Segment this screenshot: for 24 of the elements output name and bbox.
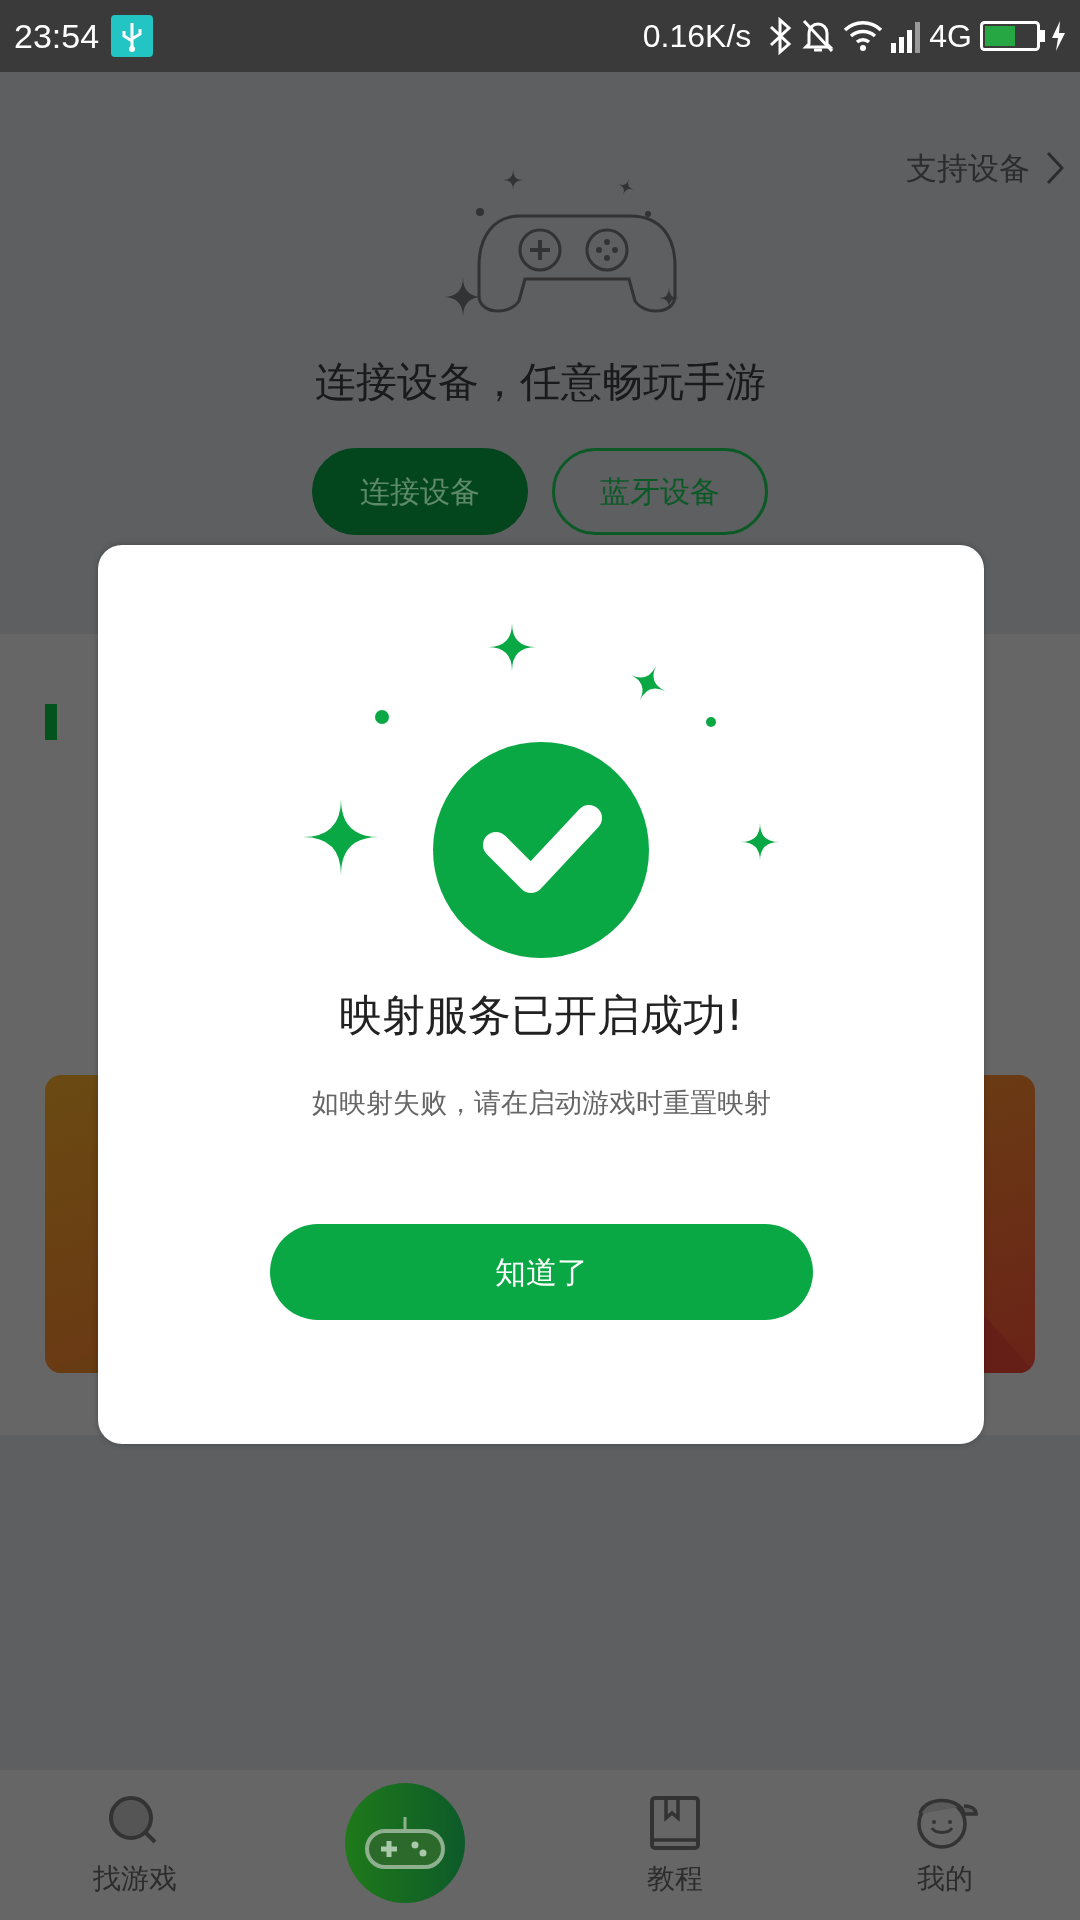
bluetooth-icon bbox=[767, 17, 794, 55]
bell-off-icon bbox=[801, 18, 836, 54]
network-type: 4G bbox=[929, 17, 972, 56]
nav-tab[interactable]: 找游戏 bbox=[35, 1770, 235, 1900]
device-button[interactable]: 蓝牙设备 bbox=[552, 447, 768, 535]
section-accent-bar bbox=[45, 704, 57, 740]
check-circle-icon bbox=[433, 742, 649, 958]
usb-icon bbox=[111, 15, 154, 57]
battery-icon bbox=[980, 21, 1046, 51]
device-button[interactable]: 连接设备 bbox=[312, 447, 528, 535]
chevron-right-icon bbox=[1046, 151, 1064, 186]
network-speed: 0.16K/s bbox=[642, 17, 752, 56]
book-icon bbox=[650, 1796, 700, 1850]
dot-icon bbox=[706, 717, 716, 727]
dot-icon bbox=[375, 710, 389, 724]
dialog-message: 如映射失败，请在启动游戏时重置映射 bbox=[311, 1086, 771, 1120]
charging-icon bbox=[1050, 21, 1066, 51]
headline: 连接设备，任意畅玩手游 bbox=[314, 357, 766, 408]
confirm-button[interactable]: 知道了 bbox=[269, 1224, 813, 1320]
nav-tab[interactable]: 我的 bbox=[845, 1770, 1045, 1900]
dialog-title: 映射服务已开启成功! bbox=[338, 989, 744, 1042]
nav-tab[interactable]: 教程 bbox=[575, 1770, 775, 1900]
clock-time: 23:54 bbox=[14, 15, 100, 57]
wifi-icon bbox=[843, 20, 884, 52]
